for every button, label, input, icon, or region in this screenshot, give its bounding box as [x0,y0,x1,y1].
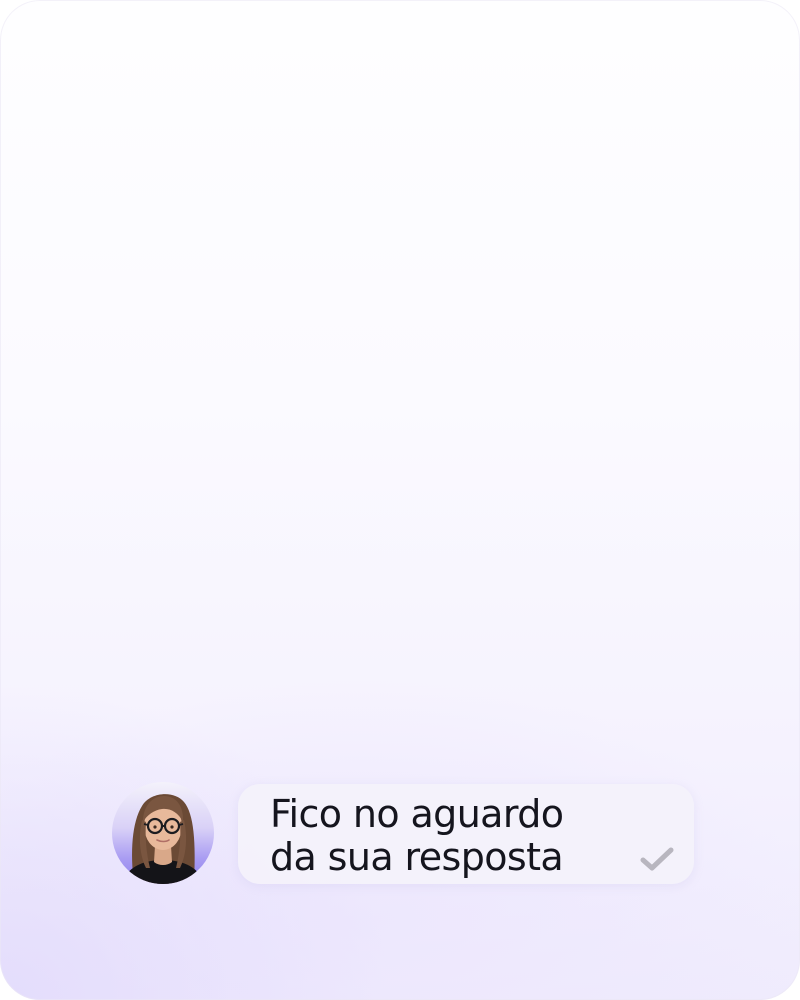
person-avatar-icon [122,794,204,884]
avatar [112,782,214,884]
message-line-1: Fico no aguardo [270,792,564,836]
chat-message-row: Fico no aguardo da sua resposta [112,782,696,886]
message-bubble: Fico no aguardo da sua resposta [238,784,694,884]
check-icon [640,847,674,871]
message-text: Fico no aguardo da sua resposta [270,793,630,879]
message-line-2: da sua resposta [270,835,564,879]
card-background: Fico no aguardo da sua resposta [0,0,800,1000]
